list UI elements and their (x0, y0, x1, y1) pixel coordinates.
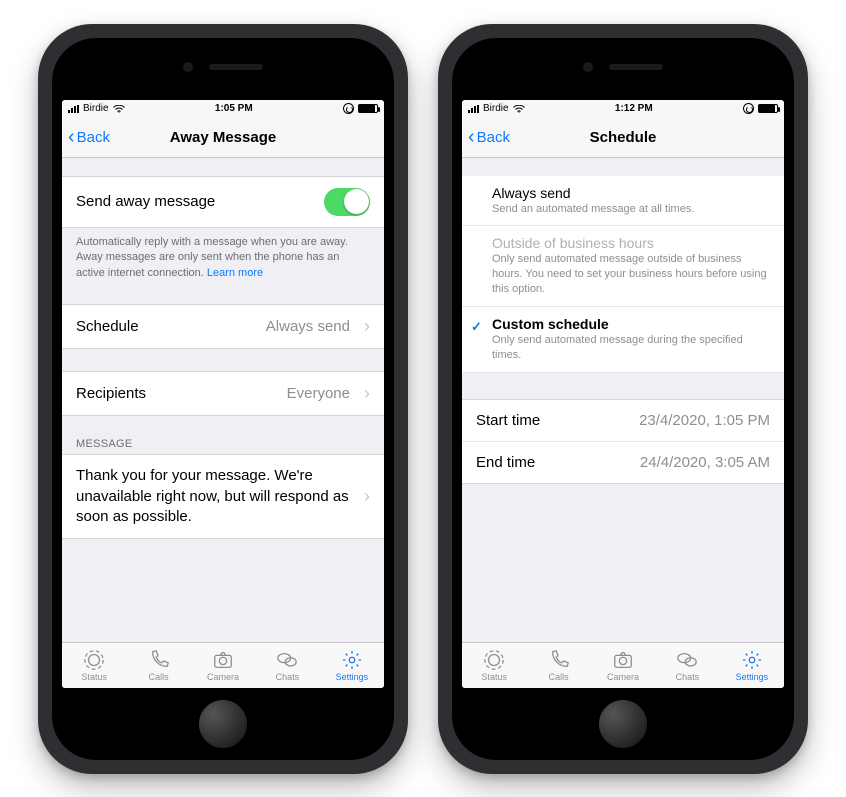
schedule-value: Always send (266, 318, 350, 335)
chats-icon (676, 649, 698, 671)
end-time-value: 24/4/2020, 3:05 AM (640, 454, 770, 471)
start-time-row[interactable]: Start time 23/4/2020, 1:05 PM (462, 400, 784, 441)
tab-chats[interactable]: Chats (255, 643, 319, 688)
toggle-label: Send away message (76, 193, 215, 210)
phone-sensors (52, 62, 394, 72)
end-time-row[interactable]: End time 24/4/2020, 3:05 AM (462, 441, 784, 483)
signal-icon (68, 105, 79, 113)
content: Always send Send an automated message at… (462, 158, 784, 642)
footer-hint: Automatically reply with a message when … (62, 228, 384, 283)
status-icon (83, 649, 105, 671)
gear-icon (741, 649, 763, 671)
start-time-value: 23/4/2020, 1:05 PM (639, 412, 770, 429)
tab-settings[interactable]: Settings (320, 643, 384, 688)
recipients-label: Recipients (76, 385, 146, 402)
camera-icon (212, 649, 234, 671)
back-button[interactable]: ‹ Back (62, 127, 110, 147)
home-button[interactable] (597, 698, 649, 750)
nav-bar: ‹ Back Away Message (62, 118, 384, 158)
tab-status[interactable]: Status (462, 643, 526, 688)
phone-sensors (452, 62, 794, 72)
schedule-label: Schedule (76, 318, 139, 335)
back-button[interactable]: ‹ Back (462, 127, 510, 147)
rotation-lock-icon (343, 103, 354, 114)
chevron-left-icon: ‹ (468, 127, 475, 147)
tab-camera[interactable]: Camera (191, 643, 255, 688)
recipients-row[interactable]: Recipients Everyone › (62, 371, 384, 416)
message-header: MESSAGE (62, 438, 384, 454)
start-time-label: Start time (476, 412, 540, 429)
screen-away-message: Birdie 1:05 PM ‹ Back Away Message (62, 100, 384, 688)
tab-bar: Status Calls Camera Chats Settings (462, 642, 784, 688)
chats-icon (276, 649, 298, 671)
rotation-lock-icon (743, 103, 754, 114)
send-away-toggle-row[interactable]: Send away message (62, 176, 384, 228)
tab-status[interactable]: Status (62, 643, 126, 688)
check-icon: ✓ (471, 319, 482, 335)
option-title: Custom schedule (492, 316, 770, 332)
screen-schedule: Birdie 1:12 PM ‹ Back Schedule (462, 100, 784, 688)
battery-icon (358, 104, 378, 113)
phone-left: Birdie 1:05 PM ‹ Back Away Message (38, 24, 408, 774)
status-bar: Birdie 1:12 PM (462, 100, 784, 118)
carrier-label: Birdie (483, 103, 509, 114)
option-title: Outside of business hours (492, 235, 770, 251)
phone-right: Birdie 1:12 PM ‹ Back Schedule (438, 24, 808, 774)
chevron-right-icon: › (364, 316, 370, 337)
option-always-send[interactable]: Always send Send an automated message at… (462, 176, 784, 227)
clock: 1:05 PM (125, 103, 343, 114)
option-title: Always send (492, 185, 770, 201)
tab-calls[interactable]: Calls (526, 643, 590, 688)
tab-bar: Status Calls Camera Chats Settings (62, 642, 384, 688)
chevron-right-icon: › (364, 383, 370, 404)
tab-calls[interactable]: Calls (126, 643, 190, 688)
battery-icon (758, 104, 778, 113)
back-label: Back (477, 129, 510, 146)
toggle-switch[interactable] (324, 188, 370, 216)
learn-more-link[interactable]: Learn more (207, 267, 263, 279)
home-button[interactable] (197, 698, 249, 750)
message-row[interactable]: Thank you for your message. We're unavai… (62, 454, 384, 539)
tab-settings[interactable]: Settings (720, 643, 784, 688)
end-time-label: End time (476, 454, 535, 471)
wifi-icon (113, 105, 125, 113)
back-label: Back (77, 129, 110, 146)
option-desc: Only send automated message during the s… (492, 333, 770, 363)
wifi-icon (513, 105, 525, 113)
clock: 1:12 PM (525, 103, 743, 114)
status-icon (483, 649, 505, 671)
chevron-left-icon: ‹ (68, 127, 75, 147)
option-desc: Send an automated message at all times. (492, 202, 770, 217)
recipients-value: Everyone (287, 385, 350, 402)
status-bar: Birdie 1:05 PM (62, 100, 384, 118)
nav-bar: ‹ Back Schedule (462, 118, 784, 158)
phone-bezel: Birdie 1:05 PM ‹ Back Away Message (52, 38, 394, 760)
signal-icon (468, 105, 479, 113)
phone-icon (148, 649, 170, 671)
option-desc: Only send automated message outside of b… (492, 252, 770, 297)
tab-camera[interactable]: Camera (591, 643, 655, 688)
camera-icon (612, 649, 634, 671)
tab-chats[interactable]: Chats (655, 643, 719, 688)
option-custom-schedule[interactable]: ✓ Custom schedule Only send automated me… (462, 307, 784, 373)
carrier-label: Birdie (83, 103, 109, 114)
content: Send away message Automatically reply wi… (62, 158, 384, 642)
option-outside-hours: Outside of business hours Only send auto… (462, 226, 784, 307)
schedule-row[interactable]: Schedule Always send › (62, 304, 384, 349)
message-body: Thank you for your message. We're unavai… (76, 466, 350, 527)
phone-icon (548, 649, 570, 671)
chevron-right-icon: › (364, 486, 370, 507)
page-title: Away Message (62, 129, 384, 146)
page-title: Schedule (462, 129, 784, 146)
phone-bezel: Birdie 1:12 PM ‹ Back Schedule (452, 38, 794, 760)
gear-icon (341, 649, 363, 671)
